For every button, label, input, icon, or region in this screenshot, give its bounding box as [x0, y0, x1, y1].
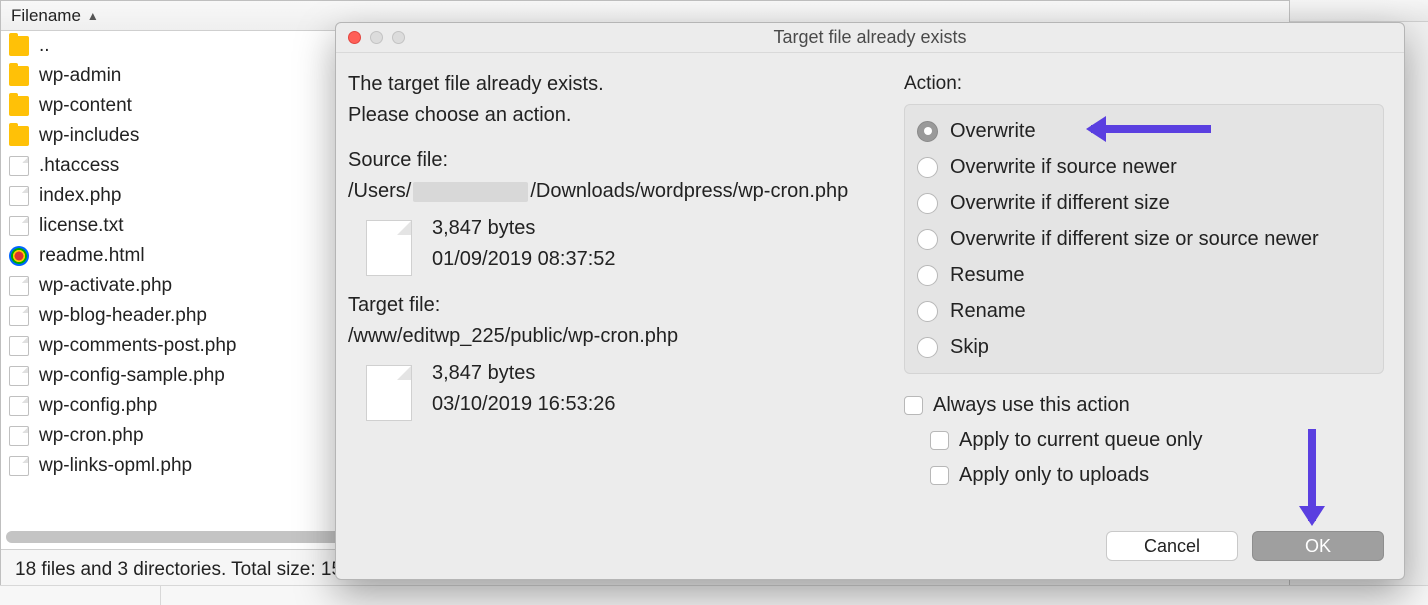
- file-name: wp-activate.php: [39, 275, 172, 297]
- source-file-label: Source file:: [348, 145, 884, 176]
- file-name: wp-cron.php: [39, 425, 144, 447]
- file-icon: [9, 336, 29, 356]
- action-radio-overwrite-if-different-size-or-source-newer[interactable]: Overwrite if different size or source ne…: [917, 221, 1371, 257]
- ok-button[interactable]: OK: [1252, 531, 1384, 561]
- file-name: wp-config-sample.php: [39, 365, 225, 387]
- action-radio-overwrite-if-source-newer[interactable]: Overwrite if source newer: [917, 149, 1371, 185]
- file-name: wp-admin: [39, 65, 121, 87]
- file-icon: [9, 306, 29, 326]
- dialog-message-1: The target file already exists.: [348, 69, 884, 100]
- button-label: OK: [1305, 536, 1331, 557]
- apply-current-queue-checkbox[interactable]: Apply to current queue only: [904, 423, 1384, 458]
- bottom-strip: [0, 585, 1428, 605]
- checkbox-label: Always use this action: [933, 390, 1130, 421]
- radio-icon: [917, 121, 938, 142]
- target-file-path: /www/editwp_225/public/wp-cron.php: [348, 321, 884, 352]
- file-name: index.php: [39, 185, 121, 207]
- radio-icon: [917, 265, 938, 286]
- apply-only-uploads-checkbox[interactable]: Apply only to uploads: [904, 458, 1384, 493]
- folder-icon: [9, 96, 29, 116]
- radio-label: Skip: [950, 332, 989, 363]
- zoom-icon: [392, 31, 405, 44]
- checkbox-icon: [904, 396, 923, 415]
- column-header-label: Filename: [11, 6, 81, 26]
- radio-icon: [917, 157, 938, 178]
- target-file-size: 3,847 bytes: [432, 358, 616, 389]
- file-icon: [9, 276, 29, 296]
- file-name: .htaccess: [39, 155, 119, 177]
- radio-label: Overwrite if different size or source ne…: [950, 224, 1319, 255]
- file-icon: [9, 456, 29, 476]
- radio-icon: [917, 193, 938, 214]
- sort-asc-icon: ▲: [87, 9, 99, 23]
- action-radio-overwrite[interactable]: Overwrite: [917, 113, 1371, 149]
- always-use-action-checkbox[interactable]: Always use this action: [904, 388, 1384, 423]
- checkbox-label: Apply to current queue only: [959, 425, 1203, 456]
- folder-icon: [9, 126, 29, 146]
- file-name: wp-includes: [39, 125, 139, 147]
- source-path-post: /Downloads/wordpress/wp-cron.php: [530, 176, 848, 207]
- checkbox-icon: [930, 431, 949, 450]
- radio-label: Overwrite if source newer: [950, 152, 1177, 183]
- checkbox-icon: [930, 466, 949, 485]
- source-file-size: 3,847 bytes: [432, 213, 616, 244]
- minimize-icon: [370, 31, 383, 44]
- action-radio-overwrite-if-different-size[interactable]: Overwrite if different size: [917, 185, 1371, 221]
- file-icon: [366, 220, 412, 276]
- radio-icon: [917, 301, 938, 322]
- action-radio-group: Overwrite Overwrite if source newer Overwr…: [904, 104, 1384, 374]
- action-section-label: Action:: [904, 69, 1384, 98]
- target-file-label: Target file:: [348, 290, 884, 321]
- dialog-titlebar: Target file already exists: [336, 23, 1404, 53]
- source-file-path: /Users/ /Downloads/wordpress/wp-cron.php: [348, 176, 884, 207]
- radio-label: Overwrite if different size: [950, 188, 1170, 219]
- radio-label: Resume: [950, 260, 1024, 291]
- status-text: 18 files and 3 directories. Total size: …: [15, 559, 342, 581]
- overwrite-dialog: Target file already exists The target fi…: [335, 22, 1405, 580]
- dialog-button-bar: Cancel OK: [336, 525, 1404, 579]
- window-controls: [348, 31, 405, 44]
- action-radio-skip[interactable]: Skip: [917, 329, 1371, 365]
- dialog-message-2: Please choose an action.: [348, 100, 884, 131]
- file-name: wp-links-opml.php: [39, 455, 192, 477]
- file-name: wp-comments-post.php: [39, 335, 236, 357]
- checkbox-label: Apply only to uploads: [959, 460, 1149, 491]
- close-icon[interactable]: [348, 31, 361, 44]
- source-path-pre: /Users/: [348, 176, 411, 207]
- source-file-date: 01/09/2019 08:37:52: [432, 244, 616, 275]
- file-icon: [9, 396, 29, 416]
- action-radio-resume[interactable]: Resume: [917, 257, 1371, 293]
- file-icon: [9, 186, 29, 206]
- file-icon: [9, 156, 29, 176]
- file-name: readme.html: [39, 245, 145, 267]
- radio-label: Rename: [950, 296, 1026, 327]
- radio-label: Overwrite: [950, 116, 1036, 147]
- button-label: Cancel: [1144, 536, 1200, 557]
- file-icon: [9, 426, 29, 446]
- file-icon: [9, 366, 29, 386]
- folder-icon: [9, 66, 29, 86]
- cancel-button[interactable]: Cancel: [1106, 531, 1238, 561]
- file-icon: [366, 365, 412, 421]
- target-file-date: 03/10/2019 16:53:26: [432, 389, 616, 420]
- file-name: wp-content: [39, 95, 132, 117]
- dialog-right-column: Action: Overwrite Overwrite if source new…: [904, 69, 1384, 517]
- file-name: ..: [39, 35, 50, 57]
- dialog-title: Target file already exists: [336, 27, 1404, 48]
- dialog-left-column: The target file already exists. Please c…: [346, 69, 884, 517]
- action-radio-rename[interactable]: Rename: [917, 293, 1371, 329]
- redacted-segment: [413, 182, 528, 202]
- file-name: wp-config.php: [39, 395, 157, 417]
- folder-icon: [9, 36, 29, 56]
- file-name: wp-blog-header.php: [39, 305, 207, 327]
- html-icon: [9, 246, 29, 266]
- radio-icon: [917, 337, 938, 358]
- radio-icon: [917, 229, 938, 250]
- file-icon: [9, 216, 29, 236]
- file-name: license.txt: [39, 215, 123, 237]
